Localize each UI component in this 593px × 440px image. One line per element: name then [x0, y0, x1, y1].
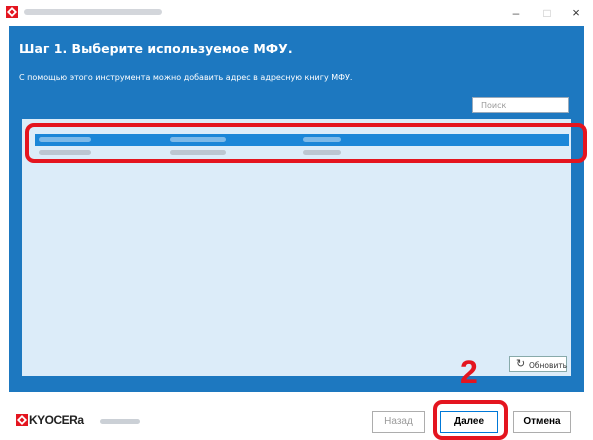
- device-list-callout: [25, 123, 587, 163]
- step-callout-number: 2: [460, 354, 478, 390]
- refresh-label: Обновить: [529, 361, 568, 370]
- window-title-redacted: [24, 9, 162, 15]
- next-button-callout: [433, 400, 508, 440]
- cancel-button[interactable]: Отмена: [513, 411, 571, 433]
- kyocera-app-icon: [6, 6, 18, 18]
- refresh-button[interactable]: ↻ Обновить: [509, 356, 567, 372]
- back-button[interactable]: Назад: [372, 411, 425, 433]
- wizard-content-area: Шаг 1. Выберите используемое МФУ. С помо…: [9, 26, 584, 392]
- title-bar: – □ ×: [0, 0, 593, 26]
- step-description: С помощью этого инструмента можно добави…: [19, 73, 353, 82]
- close-button[interactable]: ×: [564, 4, 588, 22]
- step-heading: Шаг 1. Выберите используемое МФУ.: [19, 41, 293, 56]
- brand-logo-text: KYOCERa: [29, 413, 84, 427]
- minimize-button[interactable]: –: [504, 4, 528, 22]
- kyocera-logo-icon: [16, 414, 28, 426]
- maximize-button[interactable]: □: [535, 4, 559, 22]
- search-input[interactable]: Поиск: [472, 97, 569, 113]
- refresh-icon: ↻: [516, 357, 526, 370]
- version-redacted: [100, 419, 140, 424]
